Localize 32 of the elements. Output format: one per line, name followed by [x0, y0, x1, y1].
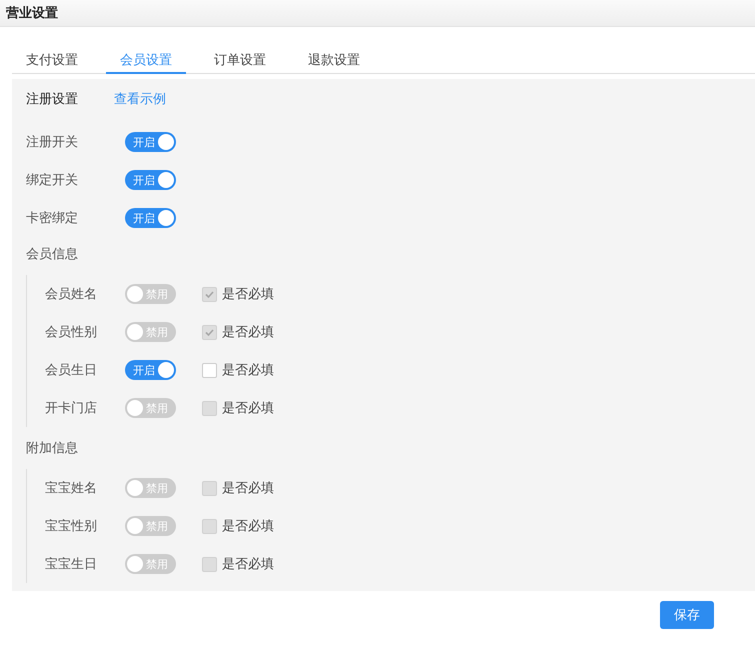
group-title: 附加信息 [26, 440, 78, 457]
field-label: 开卡门店 [45, 400, 98, 417]
save-button[interactable]: 保存 [660, 601, 714, 629]
group-title: 会员信息 [26, 246, 78, 263]
setting-label: 注册开关 [26, 134, 79, 151]
toggle-switch[interactable]: 开启 [125, 170, 176, 190]
section-title: 注册设置 [26, 91, 78, 108]
field-label: 会员生日 [45, 362, 98, 379]
setting-label: 绑定开关 [26, 172, 79, 189]
example-link[interactable]: 查看示例 [114, 90, 166, 108]
field-label: 宝宝姓名 [45, 480, 98, 497]
tab[interactable]: 会员设置 [106, 47, 186, 74]
tab[interactable]: 订单设置 [200, 47, 280, 74]
checkbox-label: 是否必填 [222, 556, 274, 573]
toggle-switch[interactable]: 开启 [125, 132, 176, 152]
toggle-switch[interactable]: 开启 [125, 360, 176, 380]
field-label: 会员姓名 [45, 286, 98, 303]
field-label: 会员性别 [45, 324, 98, 341]
checkbox-label: 是否必填 [222, 286, 274, 303]
checkbox-label: 是否必填 [222, 480, 274, 497]
window-title: 营业设置 [6, 5, 58, 22]
field-label: 宝宝生日 [45, 556, 98, 573]
checkbox-label: 是否必填 [222, 518, 274, 535]
toggle-switch[interactable]: 开启 [125, 208, 176, 228]
checkbox-label: 是否必填 [222, 362, 274, 379]
checkbox-label: 是否必填 [222, 324, 274, 341]
field-label: 宝宝性别 [45, 518, 98, 535]
setting-label: 卡密绑定 [26, 210, 79, 227]
tab[interactable]: 支付设置 [12, 47, 92, 74]
checkbox[interactable] [202, 362, 217, 378]
tab[interactable]: 退款设置 [294, 47, 374, 74]
checkbox-label: 是否必填 [222, 400, 274, 417]
